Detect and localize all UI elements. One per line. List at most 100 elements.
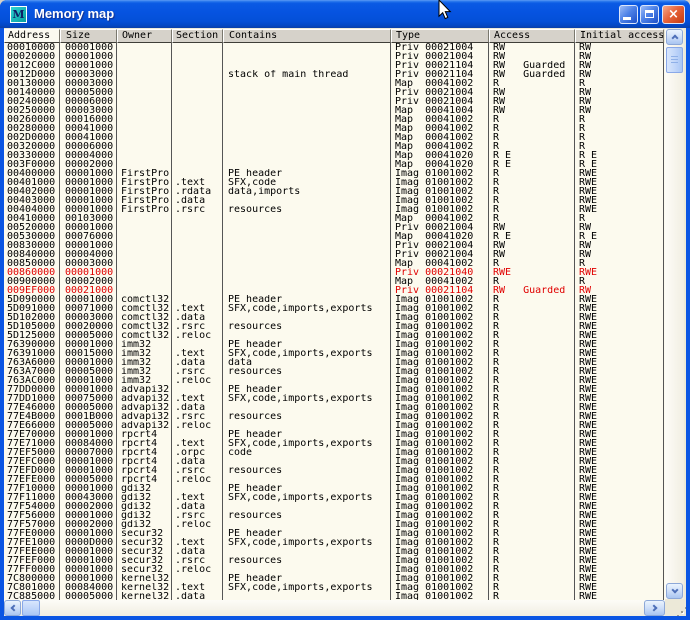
memory-row-77E4B000[interactable]: 77E4B0000001B000advapi32.rsrcresourcesIm… xyxy=(4,412,665,421)
memory-row-00402000[interactable]: 0040200000001000FirstPro.rdatadata,impor… xyxy=(4,187,665,196)
memory-row-7C800000[interactable]: 7C80000000001000kernel32PE headerImag 01… xyxy=(4,574,665,583)
cell-contains xyxy=(223,214,391,223)
memory-row-0012C000[interactable]: 0012C00000001000Priv 00021104RW GuardedR… xyxy=(4,61,665,70)
memory-row-002D0000[interactable]: 002D000000041000Map 00041002RR xyxy=(4,133,665,142)
memory-row-77F56000[interactable]: 77F5600000001000gdi32.rsrcresourcesImag … xyxy=(4,511,665,520)
cell-type: Imag 01001002 xyxy=(391,178,489,187)
memory-row-00530000[interactable]: 0053000000076000Map 00041020R ER E xyxy=(4,232,665,241)
memory-row-5D091000[interactable]: 5D09100000071000comctl32.textSFX,code,im… xyxy=(4,304,665,313)
column-header-section[interactable]: Section xyxy=(172,29,223,43)
horizontal-scrollbar-thumb[interactable] xyxy=(22,600,40,616)
memory-row-00130000[interactable]: 0013000000003000Map 00041002RR xyxy=(4,79,665,88)
memory-row-00330000[interactable]: 0033000000004000Map 00041020R ER E xyxy=(4,151,665,160)
memory-row-7C885000[interactable]: 7C88500000005000kernel32.dataImag 010010… xyxy=(4,592,665,600)
memory-row-77E66000[interactable]: 77E6600000005000advapi32.relocImag 01001… xyxy=(4,421,665,430)
memory-row-00400000[interactable]: 0040000000001000FirstProPE headerImag 01… xyxy=(4,169,665,178)
cell-section: .data xyxy=(172,196,223,205)
memory-row-77F10000[interactable]: 77F1000000001000gdi32PE headerImag 01001… xyxy=(4,484,665,493)
memory-row-763A7000[interactable]: 763A700000005000imm32.rsrcresourcesImag … xyxy=(4,367,665,376)
memory-row-00900000[interactable]: 0090000000002000Map 00041002RR xyxy=(4,277,665,286)
cell-initial_access: RWE xyxy=(575,367,664,376)
memory-row-00250000[interactable]: 0025000000003000Map 00041004RWRW xyxy=(4,106,665,115)
memory-row-77E71000[interactable]: 77E7100000084000rpcrt4.textSFX,code,impo… xyxy=(4,439,665,448)
memory-row-5D125000[interactable]: 5D12500000005000comctl32.relocImag 01001… xyxy=(4,331,665,340)
column-header-address[interactable]: Address xyxy=(4,29,60,43)
memory-row-00403000[interactable]: 0040300000001000FirstPro.dataImag 010010… xyxy=(4,196,665,205)
memory-row-00520000[interactable]: 0052000000001000Priv 00021004RWRW xyxy=(4,223,665,232)
memory-row-5D102000[interactable]: 5D10200000003000comctl32.dataImag 010010… xyxy=(4,313,665,322)
minimize-button[interactable] xyxy=(619,5,638,24)
column-header-contains[interactable]: Contains xyxy=(223,29,391,43)
close-button[interactable]: × xyxy=(662,5,685,24)
column-header-owner[interactable]: Owner xyxy=(117,29,172,43)
memory-row-77F57000[interactable]: 77F5700000002000gdi32.relocImag 01001002… xyxy=(4,520,665,529)
memory-row-00020000[interactable]: 0002000000001000Priv 00021004RWRW xyxy=(4,52,665,61)
resize-grip[interactable] xyxy=(665,600,686,616)
column-header-initial-access[interactable]: Initial access xyxy=(575,29,664,43)
cell-size: 00001000 xyxy=(60,430,117,439)
memory-row-00404000[interactable]: 0040400000001000FirstPro.rsrcresourcesIm… xyxy=(4,205,665,214)
memory-row-00410000[interactable]: 0041000000103000Map 00041002RR xyxy=(4,214,665,223)
memory-row-00240000[interactable]: 0024000000006000Priv 00021004RWRW xyxy=(4,97,665,106)
memory-row-77FEF000[interactable]: 77FEF00000001000secur32.rsrcresourcesIma… xyxy=(4,556,665,565)
memory-row-77E46000[interactable]: 77E4600000005000advapi32.dataImag 010010… xyxy=(4,403,665,412)
memory-row-00320000[interactable]: 0032000000006000Map 00041002RR xyxy=(4,142,665,151)
scroll-down-button[interactable] xyxy=(666,583,683,599)
cell-section xyxy=(172,259,223,268)
memory-row-77EFD000[interactable]: 77EFD00000001000rpcrt4.rsrcresourcesImag… xyxy=(4,466,665,475)
cell-owner: advapi32 xyxy=(117,385,172,394)
memory-row-00840000[interactable]: 0084000000004000Priv 00021004RWRW xyxy=(4,250,665,259)
scroll-right-button[interactable] xyxy=(644,600,665,616)
scroll-up-button[interactable] xyxy=(666,29,683,45)
cell-size: 00084000 xyxy=(60,439,117,448)
memory-row-77F54000[interactable]: 77F5400000002000gdi32.dataImag 01001002R… xyxy=(4,502,665,511)
horizontal-scrollbar[interactable] xyxy=(4,600,665,616)
memory-row-76390000[interactable]: 7639000000001000imm32PE headerImag 01001… xyxy=(4,340,665,349)
cell-access: R xyxy=(489,205,575,214)
memory-row-00280000[interactable]: 0028000000041000Map 00041002RR xyxy=(4,124,665,133)
memory-row-00010000[interactable]: 0001000000001000Priv 00021004RWRW xyxy=(4,43,665,52)
memory-row-00401000[interactable]: 0040100000001000FirstPro.textSFX,codeIma… xyxy=(4,178,665,187)
cell-contains: PE header xyxy=(223,574,391,583)
memory-row-76391000[interactable]: 7639100000015000imm32.textSFX,code,impor… xyxy=(4,349,665,358)
cell-contains xyxy=(223,52,391,61)
memory-row-5D090000[interactable]: 5D09000000001000comctl32PE headerImag 01… xyxy=(4,295,665,304)
memory-row-77FE0000[interactable]: 77FE000000001000secur32PE headerImag 010… xyxy=(4,529,665,538)
memory-row-00850000[interactable]: 0085000000003000Map 00041002RR xyxy=(4,259,665,268)
maximize-button[interactable] xyxy=(640,5,659,24)
memory-row-77E70000[interactable]: 77E7000000001000rpcrt4PE headerImag 0100… xyxy=(4,430,665,439)
cell-owner: comctl32 xyxy=(117,295,172,304)
title-bar[interactable]: M Memory map × xyxy=(0,0,690,28)
memory-row-77EFC000[interactable]: 77EFC00000001000rpcrt4.dataImag 01001002… xyxy=(4,457,665,466)
memory-map-icon[interactable]: M xyxy=(10,6,27,23)
vertical-scrollbar-thumb[interactable] xyxy=(666,47,683,73)
memory-row-00140000[interactable]: 0014000000005000Priv 00021004RWRW xyxy=(4,88,665,97)
memory-row-009EF000[interactable]: 009EF00000021000Priv 00021104RW GuardedR… xyxy=(4,286,665,295)
memory-row-003F0000[interactable]: 003F000000002000Map 00041020R ER E xyxy=(4,160,665,169)
memory-row-77EF5000[interactable]: 77EF500000007000rpcrt4.orpccodeImag 0100… xyxy=(4,448,665,457)
memory-row-0012D000[interactable]: 0012D00000003000stack of main threadPriv… xyxy=(4,70,665,79)
cell-contains: PE header xyxy=(223,295,391,304)
cell-owner: rpcrt4 xyxy=(117,439,172,448)
memory-row-7C801000[interactable]: 7C80100000084000kernel32.textSFX,code,im… xyxy=(4,583,665,592)
memory-row-763A6000[interactable]: 763A600000001000imm32.datadataImag 01001… xyxy=(4,358,665,367)
cell-access: R xyxy=(489,124,575,133)
vertical-scrollbar[interactable] xyxy=(665,29,684,599)
memory-row-77DD0000[interactable]: 77DD000000001000advapi32PE headerImag 01… xyxy=(4,385,665,394)
column-header-size[interactable]: Size xyxy=(60,29,117,43)
column-header-access[interactable]: Access xyxy=(489,29,575,43)
memory-row-77F11000[interactable]: 77F1100000043000gdi32.textSFX,code,impor… xyxy=(4,493,665,502)
cell-address: 00020000 xyxy=(4,52,60,61)
scroll-left-button[interactable] xyxy=(4,600,21,616)
memory-row-77FE1000[interactable]: 77FE10000000D000secur32.textSFX,code,imp… xyxy=(4,538,665,547)
column-header-type[interactable]: Type xyxy=(391,29,489,43)
memory-row-00830000[interactable]: 0083000000001000Priv 00021004RWRW xyxy=(4,241,665,250)
memory-row-763AC000[interactable]: 763AC00000001000imm32.relocImag 01001002… xyxy=(4,376,665,385)
memory-row-77FEE000[interactable]: 77FEE00000001000secur32.dataImag 0100100… xyxy=(4,547,665,556)
memory-row-5D105000[interactable]: 5D10500000020000comctl32.rsrcresourcesIm… xyxy=(4,322,665,331)
memory-row-77EFE000[interactable]: 77EFE00000005000rpcrt4.relocImag 0100100… xyxy=(4,475,665,484)
memory-row-00860000[interactable]: 0086000000001000Priv 00021040RWERWE xyxy=(4,268,665,277)
memory-row-77FF0000[interactable]: 77FF000000001000secur32.relocImag 010010… xyxy=(4,565,665,574)
memory-row-00260000[interactable]: 0026000000016000Map 00041002RR xyxy=(4,115,665,124)
memory-row-77DD1000[interactable]: 77DD100000075000advapi32.textSFX,code,im… xyxy=(4,394,665,403)
